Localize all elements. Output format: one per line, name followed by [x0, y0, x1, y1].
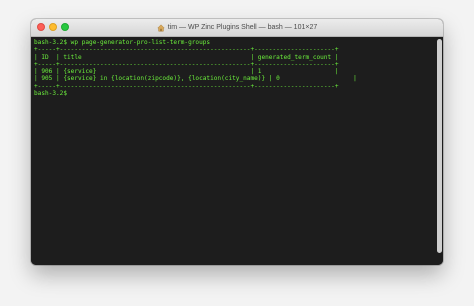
prompt-command-line: bash-3.2$ wp page-generator-pro-list-ter…: [34, 39, 211, 46]
vertical-scrollbar[interactable]: [437, 39, 442, 262]
prompt-line: bash-3.2$: [34, 90, 71, 98]
window-title: tim — WP Zinc Plugins Shell — bash — 101…: [167, 24, 318, 31]
title-bar[interactable]: tim — WP Zinc Plugins Shell — bash — 101…: [31, 19, 443, 37]
table-header-row: | ID | title | generated_term_count |: [34, 53, 339, 61]
table-header-separator: +-----+---------------------------------…: [34, 60, 339, 68]
window-title-area: tim — WP Zinc Plugins Shell — bash — 101…: [31, 19, 443, 36]
table-border-top: +-----+---------------------------------…: [34, 46, 339, 54]
table-row: | 905 | {service} in {location(zipcode)}…: [34, 75, 357, 83]
table-row: | 906 | {service} | 1 |: [34, 68, 339, 76]
table-border-bottom: +-----+---------------------------------…: [34, 82, 339, 90]
terminal-output[interactable]: bash-3.2$ wp page-generator-pro-list-ter…: [31, 37, 443, 265]
home-folder-icon: [156, 23, 165, 31]
terminal-window: tim — WP Zinc Plugins Shell — bash — 101…: [31, 19, 443, 265]
scrollbar-thumb[interactable]: [437, 39, 442, 254]
